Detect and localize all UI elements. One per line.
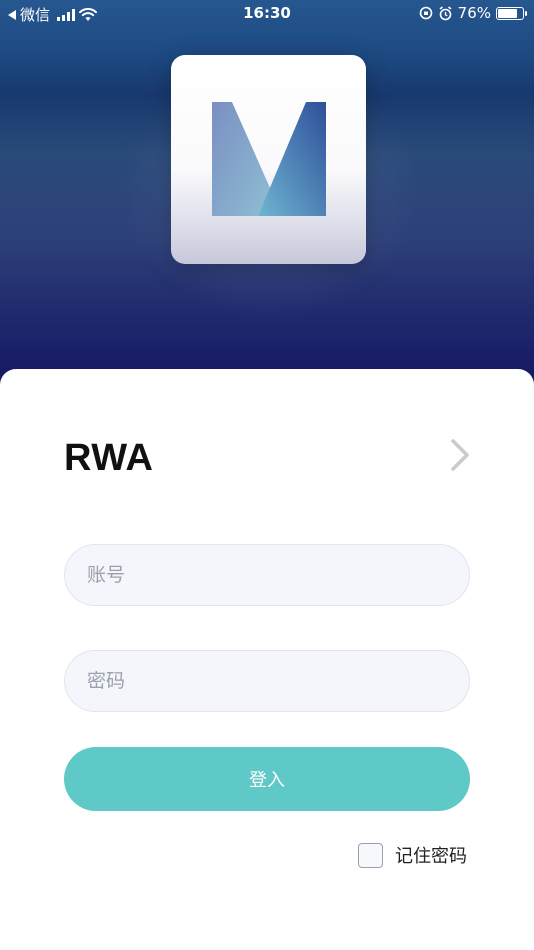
remember-password[interactable]: 记住密码	[358, 842, 467, 868]
header-background: 微信 16:30 76%	[0, 0, 534, 390]
account-field[interactable]	[64, 544, 470, 606]
battery-icon	[496, 6, 527, 20]
login-panel: RWA 登入 记住密码	[0, 369, 534, 950]
chevron-right-icon[interactable]	[448, 437, 472, 473]
brand-title: RWA	[64, 437, 154, 479]
alarm-icon	[439, 5, 452, 20]
status-right: 76%	[419, 4, 527, 22]
orientation-lock-icon	[419, 6, 432, 20]
status-bar: 微信 16:30 76%	[0, 0, 534, 28]
remember-label[interactable]: 记住密码	[395, 842, 467, 868]
remember-checkbox[interactable]	[358, 842, 383, 868]
logo-mark-icon	[212, 102, 326, 216]
battery-percent: 76%	[457, 4, 491, 22]
account-input[interactable]	[65, 545, 469, 605]
password-input[interactable]	[65, 651, 469, 711]
app-logo	[171, 55, 366, 264]
password-field[interactable]	[64, 650, 470, 712]
login-button[interactable]: 登入	[64, 747, 470, 811]
